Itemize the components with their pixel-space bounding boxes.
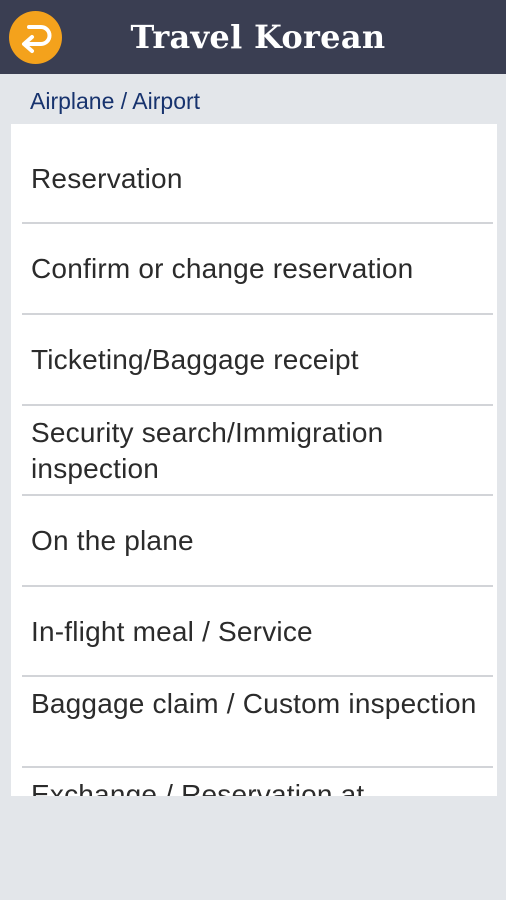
list-item-label: Baggage claim / Custom inspection [31, 688, 477, 719]
list-item-confirm-or-change-reservation[interactable]: Confirm or change reservation [11, 224, 497, 314]
list-item-label: Security search/Immigration inspection [31, 417, 384, 484]
section-title: Airplane / Airport [30, 88, 201, 114]
list-item-on-the-plane[interactable]: On the plane [11, 496, 497, 586]
list-item-in-flight-meal-service[interactable]: In-flight meal / Service [11, 587, 497, 676]
list-item-label: Exchange / Reservation at [31, 779, 365, 796]
list-item-label: Reservation [31, 163, 183, 194]
list-item-label: Ticketing/Baggage receipt [31, 344, 359, 375]
app-title: Travel Korean [130, 18, 386, 56]
list-item-security-search-immigration[interactable]: Security search/Immigration inspection [11, 406, 497, 494]
topic-list: Reservation Confirm or change reservatio… [11, 124, 497, 796]
app-header: Travel Korean [0, 0, 506, 74]
list-item-label: Confirm or change reservation [31, 253, 414, 284]
list-item-ticketing-baggage-receipt[interactable]: Ticketing/Baggage receipt [11, 315, 497, 405]
list-item-reservation[interactable]: Reservation [11, 124, 497, 223]
list-item-exchange-reservation[interactable]: Exchange / Reservation at [11, 768, 497, 796]
list-item-label: In-flight meal / Service [31, 616, 313, 647]
list-item-baggage-claim-custom-inspection[interactable]: Baggage claim / Custom inspection [11, 677, 497, 766]
list-item-label: On the plane [31, 525, 194, 556]
